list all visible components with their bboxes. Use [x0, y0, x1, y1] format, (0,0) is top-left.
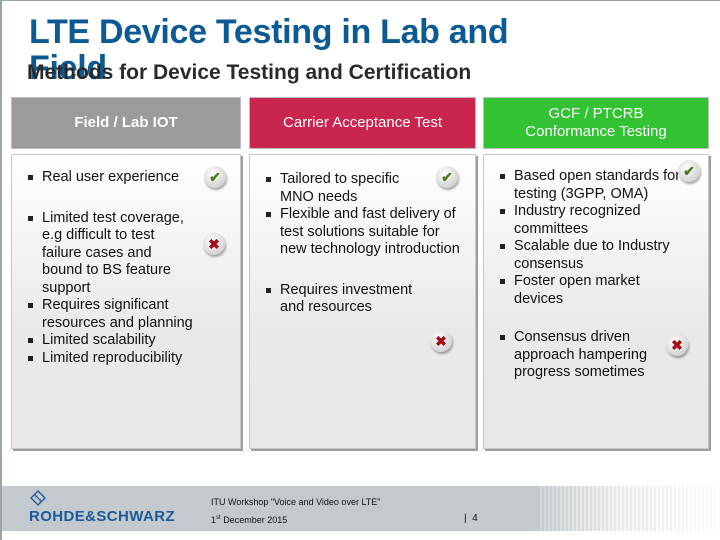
slide-subtitle: Methods for Device Testing and Certifica…	[27, 61, 472, 84]
bullet-item: Tailored to specific MNO needs	[264, 171, 465, 206]
svg-text:S: S	[39, 498, 42, 503]
bullet-item: Based open standards for testing (3GPP, …	[498, 168, 698, 203]
page-number: | 4	[464, 513, 478, 524]
column-field-lab-iot: Field / Lab IOT Real user experience Lim…	[11, 97, 241, 449]
rohde-schwarz-logo-icon: R S	[30, 490, 46, 506]
column-header: Carrier Acceptance Test	[249, 97, 476, 149]
footer-date: 1st December 2015	[211, 515, 287, 525]
column-body: Real user experience Limited test covera…	[11, 154, 241, 449]
page-number-value: 4	[472, 513, 478, 524]
footer-event: ITU Workshop "Voice and Video over LTE"	[211, 497, 381, 507]
page-separator: |	[464, 513, 467, 524]
cross-icon: ✖	[666, 334, 688, 356]
bullet-item: Limited scalability	[26, 332, 230, 350]
bullet-item: Industry recognized committees	[498, 203, 698, 238]
column-header: Field / Lab IOT	[11, 97, 241, 149]
footer-barcode-fade	[538, 486, 720, 531]
bullet-item: Limited reproducibility	[26, 350, 230, 368]
column-body: Based open standards for testing (3GPP, …	[483, 154, 709, 449]
bullet-item: Foster open market devices	[498, 273, 698, 308]
bullet-item: Requires significant resources and plann…	[26, 297, 230, 332]
column-header: GCF / PTCRB Conformance Testing	[483, 97, 709, 149]
bullet-item: Requires investment and resources	[264, 282, 465, 317]
cross-icon: ✖	[430, 330, 452, 352]
column-carrier-acceptance-test: Carrier Acceptance Test Tailored to spec…	[249, 97, 476, 449]
cross-icon: ✖	[203, 233, 225, 255]
column-body: Tailored to specific MNO needs Flexible …	[249, 154, 476, 449]
slide-frame-top	[0, 0, 720, 1]
bullet-list: Real user experience Limited test covera…	[26, 169, 230, 367]
check-icon: ✔	[436, 166, 458, 188]
column-gcf-ptcrb-conformance: GCF / PTCRB Conformance Testing Based op…	[483, 97, 709, 449]
check-icon: ✔	[678, 160, 700, 182]
bullet-item: Flexible and fast delivery of test solut…	[264, 206, 465, 259]
check-icon: ✔	[204, 166, 226, 188]
date-rest: December 2015	[220, 515, 288, 525]
bullet-list: Tailored to specific MNO needs Flexible …	[264, 171, 465, 317]
bullet-item: Limited test coverage, e.g difficult to …	[26, 210, 230, 298]
slide-frame-left	[0, 0, 2, 540]
bullet-item: Scalable due to Industry consensus	[498, 238, 698, 273]
bullet-item: Real user experience	[26, 169, 230, 187]
rohde-schwarz-logo-text: ROHDE&SCHWARZ	[29, 508, 176, 525]
